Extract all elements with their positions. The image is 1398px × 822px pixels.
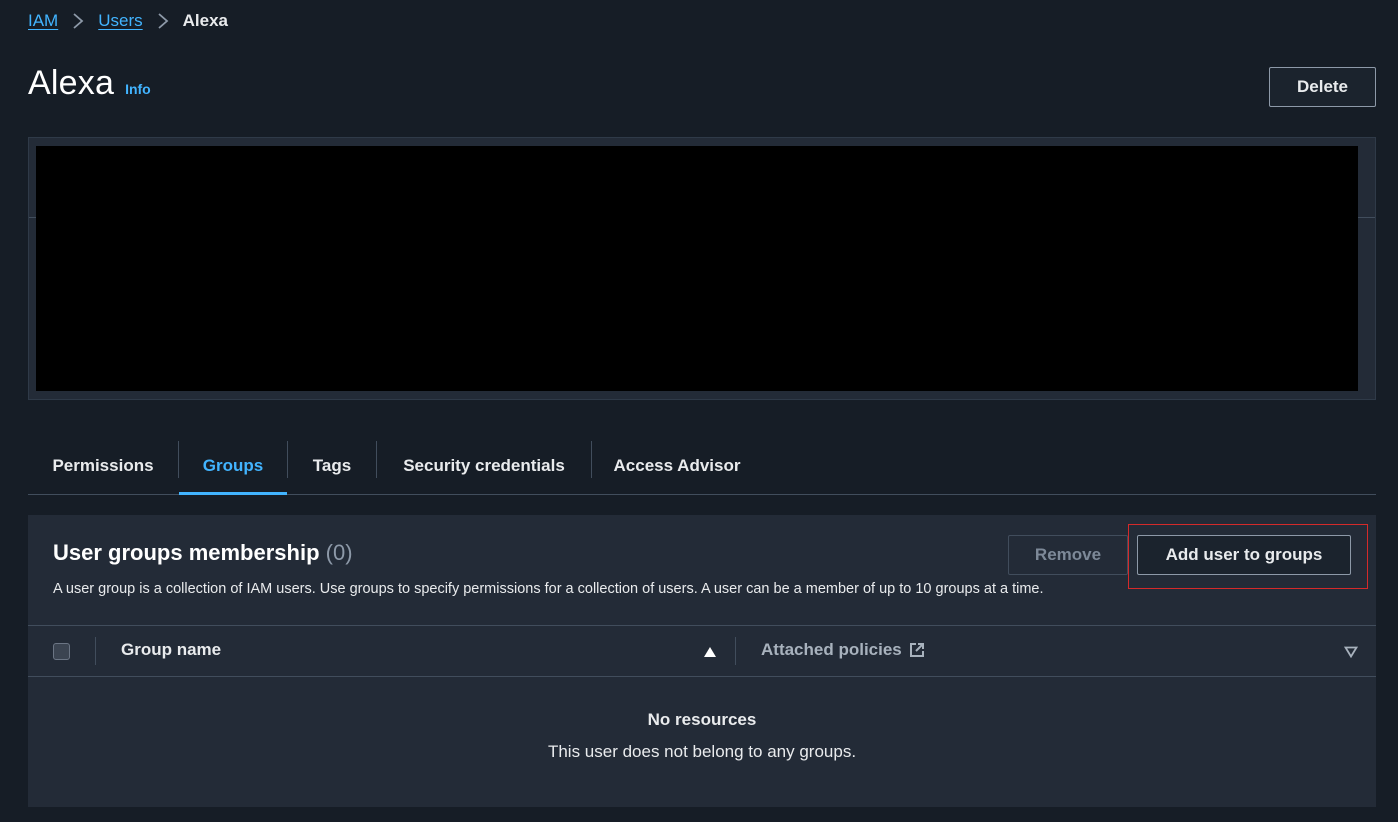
page-title: Alexa	[28, 64, 115, 102]
column-attached-policies[interactable]: Attached policies	[761, 640, 926, 660]
tab-tags[interactable]: Tags	[288, 437, 376, 494]
breadcrumb-current: Alexa	[182, 11, 229, 30]
page-header: Alexa Info	[28, 64, 151, 103]
chevron-right-icon	[143, 11, 183, 31]
panel-title-text: User groups membership	[53, 540, 320, 565]
redacted-area	[36, 146, 1358, 391]
add-user-to-groups-button[interactable]: Add user to groups	[1137, 535, 1351, 575]
sort-ascending-icon[interactable]	[703, 645, 717, 663]
breadcrumb-users[interactable]: Users	[98, 11, 142, 31]
empty-state-title: No resources	[647, 710, 757, 729]
tab-access-advisor[interactable]: Access Advisor	[592, 437, 762, 494]
empty-state-text: This user does not belong to any groups.	[547, 742, 857, 761]
column-separator	[735, 637, 736, 665]
tab-bar: Permissions Groups Tags Security credent…	[28, 437, 1376, 495]
iam-user-page: IAM Users Alexa Alexa Info Delete Permis…	[0, 0, 1398, 822]
external-link-icon	[908, 641, 926, 659]
user-groups-panel: User groups membership (0) A user group …	[28, 515, 1376, 807]
column-attached-policies-label: Attached policies	[761, 640, 902, 659]
chevron-right-icon	[58, 11, 98, 31]
tab-groups[interactable]: Groups	[179, 437, 287, 495]
panel-description: A user group is a collection of IAM user…	[53, 581, 1044, 597]
remove-button[interactable]: Remove	[1008, 535, 1128, 575]
tab-permissions[interactable]: Permissions	[28, 437, 178, 494]
select-all-checkbox[interactable]	[53, 643, 70, 660]
panel-count: (0)	[325, 540, 353, 565]
breadcrumb-iam[interactable]: IAM	[28, 11, 58, 31]
delete-button[interactable]: Delete	[1269, 67, 1376, 107]
table-header: Group name Attached policies	[28, 625, 1376, 677]
sort-descending-icon[interactable]	[1343, 645, 1359, 663]
panel-title: User groups membership (0)	[53, 540, 353, 566]
info-link[interactable]: Info	[125, 81, 151, 97]
column-separator	[95, 637, 96, 665]
tab-security-credentials[interactable]: Security credentials	[377, 437, 591, 494]
column-group-name[interactable]: Group name	[121, 640, 221, 660]
user-summary-panel	[28, 137, 1376, 400]
breadcrumb: IAM Users Alexa	[28, 11, 228, 31]
